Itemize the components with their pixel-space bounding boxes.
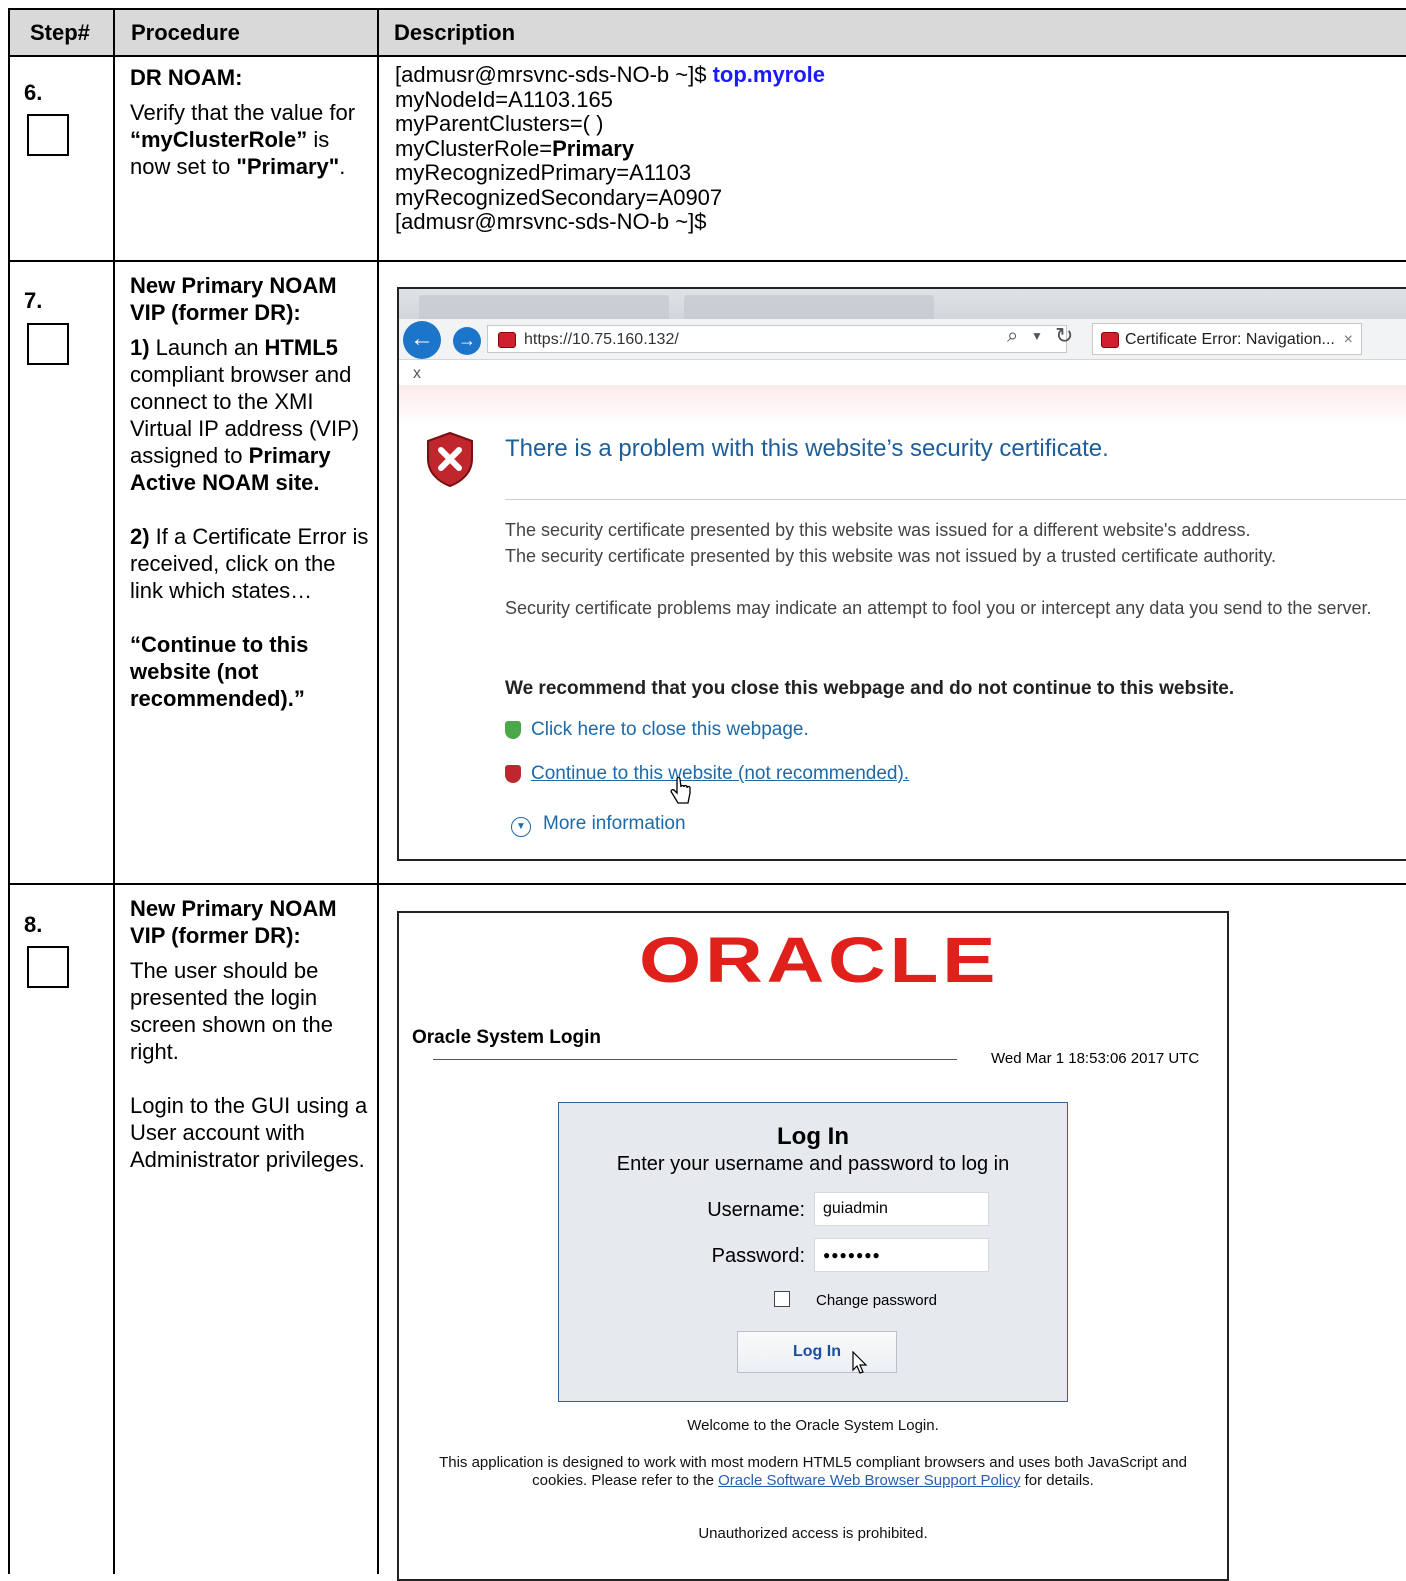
support-note-text: for details. — [1020, 1472, 1094, 1489]
support-note-text: cookies. Please refer to the — [532, 1472, 719, 1489]
change-password-checkbox[interactable] — [774, 1291, 790, 1307]
divider — [8, 260, 1406, 262]
header-description: Description — [394, 20, 516, 45]
arrow-cursor-icon — [852, 1351, 868, 1374]
divider — [113, 8, 115, 1574]
table-header: Step# Procedure Description — [10, 10, 1406, 55]
procedure-bold: “myClusterRole” — [130, 127, 308, 152]
refresh-icon[interactable]: ↻ — [1055, 323, 1073, 349]
divider — [8, 55, 1406, 57]
login-heading: Oracle System Login — [412, 1027, 602, 1048]
divider — [433, 1059, 957, 1060]
close-webpage-link[interactable]: Click here to close this webpage. — [531, 719, 809, 741]
terminal-command: top.myrole — [712, 62, 826, 87]
procedure-bold: "Primary" — [236, 154, 340, 179]
login-box-title: Log In — [777, 1123, 849, 1150]
header-step: Step# — [30, 20, 90, 45]
cert-error-tab[interactable]: Certificate Error: Navigation... × — [1092, 323, 1362, 355]
procedure-text: Verify that the value for — [130, 100, 356, 125]
oracle-login-screenshot: ORACLE Oracle System Login Wed Mar 1 18:… — [397, 911, 1229, 1581]
hand-cursor-icon — [670, 777, 691, 804]
divider — [505, 499, 1406, 500]
search-icon[interactable]: ⌕ — [1007, 325, 1018, 348]
server-datetime: Wed Mar 1 18:53:06 2017 UTC — [991, 1050, 1200, 1067]
login-box-subtitle: Enter your username and password to log … — [616, 1153, 1010, 1175]
terminal-output: [admusr@mrsvnc-sds-NO-b ~]$ top.myrole m… — [395, 62, 1395, 235]
procedure-title: New Primary NOAM VIP (former DR): — [130, 896, 337, 948]
close-bar-icon[interactable]: x — [413, 365, 421, 383]
shield-error-icon — [427, 431, 473, 487]
cert-detail: The security certificate presented by th… — [505, 546, 1277, 566]
step-number: 8. — [24, 912, 43, 937]
step-procedure: New Primary NOAM VIP (former DR): The us… — [130, 895, 370, 1173]
cert-warning: Security certificate problems may indica… — [505, 598, 1372, 618]
procedure-quote: “Continue to this website (not recommend… — [130, 632, 309, 711]
procedure-text: . — [339, 154, 346, 179]
cert-detail: The security certificate presented by th… — [505, 520, 1251, 540]
procedure-title: New Primary NOAM VIP (former DR): — [130, 273, 337, 325]
cert-error-title: There is a problem with this website’s s… — [505, 435, 1109, 462]
password-input[interactable]: ●●●●●●● — [814, 1238, 989, 1272]
step-procedure: DR NOAM: Verify that the value for “myCl… — [130, 64, 370, 180]
procedure-text: The user should be presented the login s… — [130, 958, 334, 1064]
username-label: Username: — [707, 1199, 805, 1221]
cert-recommendation: We recommend that you close this webpage… — [505, 678, 1235, 699]
divider — [377, 8, 379, 1574]
username-input[interactable]: guiadmin — [814, 1192, 989, 1226]
more-information-link[interactable]: More information — [543, 813, 686, 835]
step-checkbox[interactable] — [27, 323, 69, 365]
tab-label: Certificate Error: Navigation... — [1125, 331, 1335, 348]
procedure-text: If a Certificate Error is received, clic… — [130, 524, 369, 603]
header-procedure: Procedure — [131, 20, 240, 45]
step-checkbox[interactable] — [27, 946, 69, 988]
divider — [8, 883, 1406, 885]
support-note-line: This application is designed to work wit… — [439, 1454, 1187, 1471]
warning-band — [399, 385, 1406, 425]
terminal-line: myRecognizedSecondary=A0907 — [395, 184, 723, 210]
procedure-title: DR NOAM: — [130, 65, 243, 90]
site-favicon-icon — [1101, 332, 1119, 348]
procedure-bold: 1) — [130, 335, 150, 360]
back-arrow-icon[interactable]: ← — [403, 321, 441, 359]
step-procedure: New Primary NOAM VIP (former DR): 1) Lau… — [130, 272, 370, 712]
address-url: https://10.75.160.132/ — [524, 331, 679, 348]
cluster-role-value: Primary — [552, 135, 635, 161]
continue-website-link[interactable]: Continue to this website (not recommende… — [531, 763, 909, 785]
address-bar[interactable]: https://10.75.160.132/ — [487, 325, 1067, 353]
procedure-text: Launch an — [149, 335, 265, 360]
change-password-label: Change password — [816, 1292, 937, 1309]
site-favicon-icon — [498, 332, 516, 348]
step-number: 7. — [24, 288, 43, 313]
welcome-text: Welcome to the Oracle System Login. — [687, 1417, 939, 1434]
expand-chevron-icon[interactable]: ▼ — [511, 817, 531, 837]
browser-support-note: This application is designed to work wit… — [399, 1454, 1227, 1490]
green-shield-icon — [505, 721, 521, 739]
step-number: 6. — [24, 80, 43, 105]
browser-support-policy-link[interactable]: Oracle Software Web Browser Support Poli… — [718, 1472, 1020, 1489]
login-button[interactable]: Log In — [737, 1331, 897, 1373]
procedure-text: Login to the GUI using a User account wi… — [130, 1093, 368, 1172]
terminal-line: myRecognizedPrimary=A1103 — [395, 160, 692, 185]
browser-screenshot: ← → https://10.75.160.132/ ⌕ ▼ ↻ Certifi… — [397, 287, 1406, 861]
unauthorized-notice: Unauthorized access is prohibited. — [698, 1525, 928, 1542]
oracle-logo: ORACLE — [639, 924, 1000, 996]
tab-close-icon[interactable]: × — [1344, 324, 1353, 356]
browser-navbar: ← → https://10.75.160.132/ ⌕ ▼ ↻ Certifi… — [399, 319, 1406, 360]
procedure-bold: HTML5 — [264, 335, 338, 360]
forward-arrow-icon[interactable]: → — [453, 327, 481, 355]
terminal-line: myClusterRole= — [395, 135, 553, 161]
dropdown-icon[interactable]: ▼ — [1031, 329, 1043, 343]
password-label: Password: — [711, 1245, 805, 1267]
terminal-line: myNodeId=A1103.165 — [395, 86, 613, 112]
step-checkbox[interactable] — [27, 114, 69, 156]
terminal-line: myParentClusters=( ) — [395, 111, 604, 136]
procedure-bold: 2) — [130, 524, 150, 549]
terminal-prompt: [admusr@mrsvnc-sds-NO-b ~]$ — [395, 62, 713, 87]
red-shield-icon — [505, 765, 521, 783]
terminal-line: [admusr@mrsvnc-sds-NO-b ~]$ — [395, 209, 707, 234]
login-box: Log In Enter your username and password … — [558, 1102, 1068, 1402]
